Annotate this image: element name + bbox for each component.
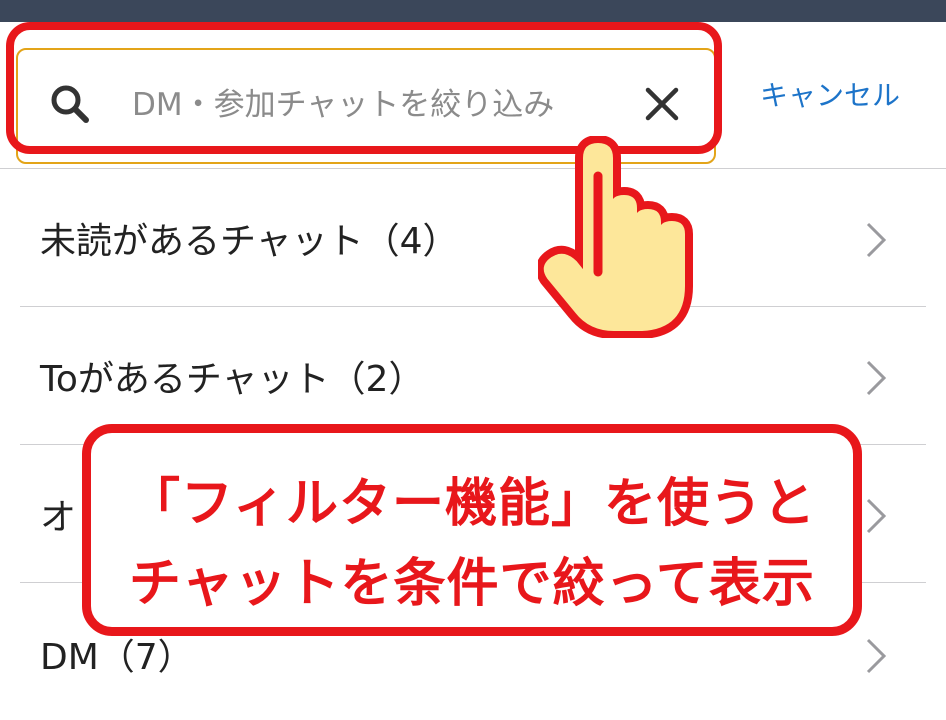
callout-box: 「フィルター機能」を使うと チャットを条件で絞って表示 [82,424,862,636]
filter-label: オ [40,497,77,538]
chevron-right-icon [866,638,887,674]
pointing-hand-icon [538,136,693,338]
cancel-button[interactable]: キャンセル [760,74,900,118]
callout-line-2: チャットを条件で絞って表示 [129,554,815,614]
search-highlight-frame [6,22,722,154]
filter-label: Toがあるチャット（2） [40,359,425,400]
divider [20,306,926,307]
chevron-right-icon [866,222,887,258]
chevron-right-icon [866,360,887,396]
filter-label: 未読があるチャット（4） [40,221,459,262]
filter-label: DM（7） [40,637,194,678]
status-bar [0,0,946,22]
chevron-right-icon [866,498,887,534]
divider [0,168,946,169]
callout-line-1: 「フィルター機能」を使うと [128,474,816,534]
filter-row-unread[interactable]: 未読があるチャット（4） [0,174,946,304]
filter-row-to[interactable]: Toがあるチャット（2） [0,312,946,442]
